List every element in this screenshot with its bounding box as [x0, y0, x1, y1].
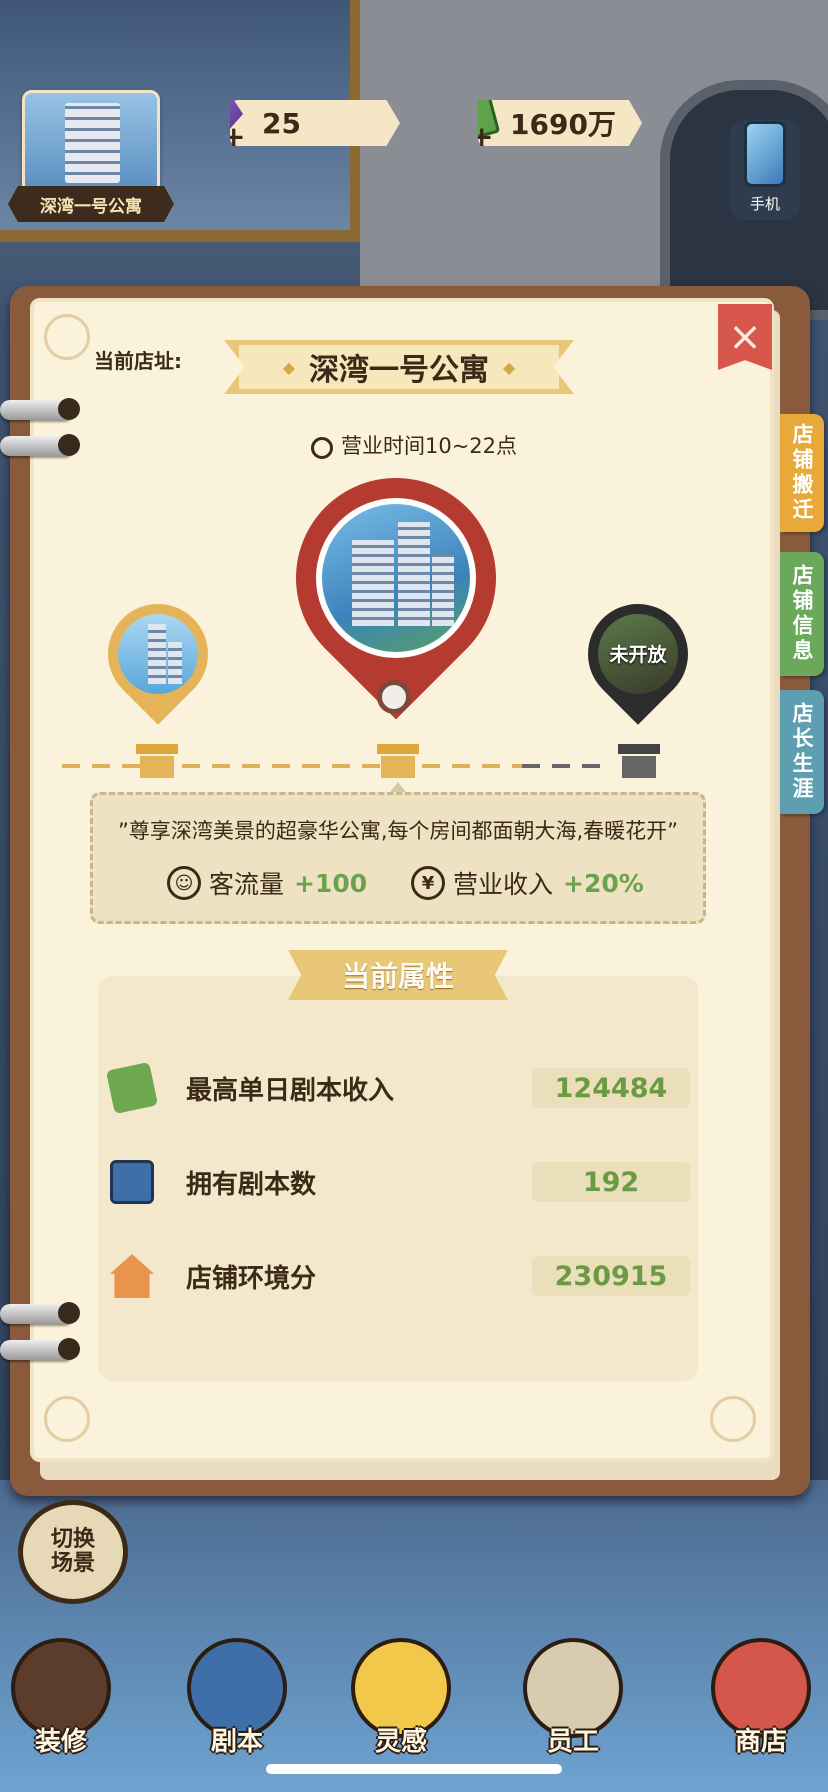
nav-inspiration[interactable]: 灵感 [346, 1628, 456, 1758]
magnifier-icon[interactable] [377, 680, 411, 714]
nav-staff[interactable]: 员工 [518, 1628, 628, 1758]
nav-label: 商店 [734, 1727, 787, 1757]
tab-label: 店长生涯 [790, 702, 814, 802]
house-icon [110, 1254, 154, 1298]
nav-label: 员工 [546, 1727, 599, 1757]
nav-label: 灵感 [374, 1727, 427, 1757]
corner-ornament [44, 1396, 90, 1442]
scene-thumbnail[interactable] [22, 90, 160, 194]
bonus-value: +20% [563, 868, 644, 898]
bonus-label: 营业收入 [453, 870, 554, 899]
attribute-label: 最高单日剧本收入 [186, 1075, 395, 1106]
current-address-label: 当前店址: [94, 349, 182, 373]
gem-value: 25 [262, 106, 301, 140]
bonus-value: +100 [294, 868, 368, 898]
yen-icon: ¥ [411, 866, 445, 900]
diamond-icon: ◆ [282, 357, 295, 377]
switch-scene-button[interactable]: 切换场景 [18, 1500, 128, 1604]
cash-stack-icon [105, 1061, 159, 1115]
attribute-value: 124484 [532, 1068, 690, 1108]
location-image [316, 498, 476, 658]
attribute-row: 拥有剧本数 192 [110, 1152, 690, 1212]
bonus-label: 客流量 [209, 870, 285, 899]
attribute-value: 192 [532, 1162, 690, 1202]
selection-caret [390, 782, 406, 792]
attribute-label: 拥有剧本数 [186, 1169, 317, 1200]
bonus-revenue: ¥ 营业收入 +20% [411, 865, 644, 901]
shop-marker-icon [377, 744, 419, 778]
route-track-locked [522, 764, 612, 768]
store-title-banner: ◆ 深湾一号公寓 ◆ [224, 340, 574, 394]
scene-name-label: 深湾一号公寓 [8, 186, 174, 222]
clock-icon [310, 437, 333, 459]
nav-label: 装修 [34, 1727, 87, 1757]
locked-label: 未开放 [609, 644, 667, 666]
home-indicator[interactable] [266, 1764, 562, 1774]
script-book-icon [110, 1160, 154, 1204]
nav-scripts[interactable]: 剧本 [182, 1628, 292, 1758]
close-icon: × [728, 314, 762, 360]
binder-ring [0, 1302, 80, 1324]
customer-icon: ☺ [167, 866, 201, 900]
attributes-title: 当前属性 [288, 950, 508, 1000]
binder-ring [0, 1338, 80, 1360]
phone-button[interactable]: 手机 [730, 120, 800, 220]
phone-label: 手机 [749, 195, 780, 213]
nav-shop[interactable]: 商店 [706, 1628, 816, 1758]
nav-label: 剧本 [210, 1727, 263, 1757]
store-name: 深湾一号公寓 [309, 353, 489, 388]
phone-icon [744, 121, 786, 187]
corner-ornament [44, 314, 90, 360]
gem-counter[interactable]: + 25 [230, 100, 400, 146]
route-track-open [62, 764, 522, 768]
description-text: ”尊享深湾美景的超豪华公寓,每个房间都面朝大海,春暖花开” [117, 819, 679, 843]
cash-counter[interactable]: + 1690万 [478, 100, 642, 146]
shop-marker-icon [618, 744, 660, 778]
nav-decorate[interactable]: 装修 [6, 1628, 116, 1758]
binder-ring [0, 398, 80, 420]
attribute-label: 店铺环境分 [186, 1263, 317, 1294]
business-hours-text: 营业时间10~22点 [340, 434, 518, 458]
attribute-value: 230915 [532, 1256, 690, 1296]
attribute-row: 店铺环境分 230915 [110, 1246, 690, 1306]
tab-label: 店铺信息 [790, 564, 814, 664]
shop-marker-icon [136, 744, 178, 778]
tab-store-info[interactable]: 店铺信息 [780, 552, 824, 676]
description-box: ”尊享深湾美景的超豪华公寓,每个房间都面朝大海,春暖花开” ☺ 客流量 +100… [90, 792, 706, 924]
location-image [118, 614, 198, 694]
bonus-customer-flow: ☺ 客流量 +100 [167, 865, 367, 901]
switch-scene-label: 切换场景 [50, 1526, 95, 1576]
business-hours: 营业时间10~22点 [0, 430, 828, 460]
diamond-icon: ◆ [503, 357, 516, 377]
tab-manager-career[interactable]: 店长生涯 [780, 690, 824, 814]
cash-value: 1690万 [510, 108, 616, 141]
attribute-row: 最高单日剧本收入 124484 [105, 1058, 690, 1118]
corner-ornament [710, 1396, 756, 1442]
